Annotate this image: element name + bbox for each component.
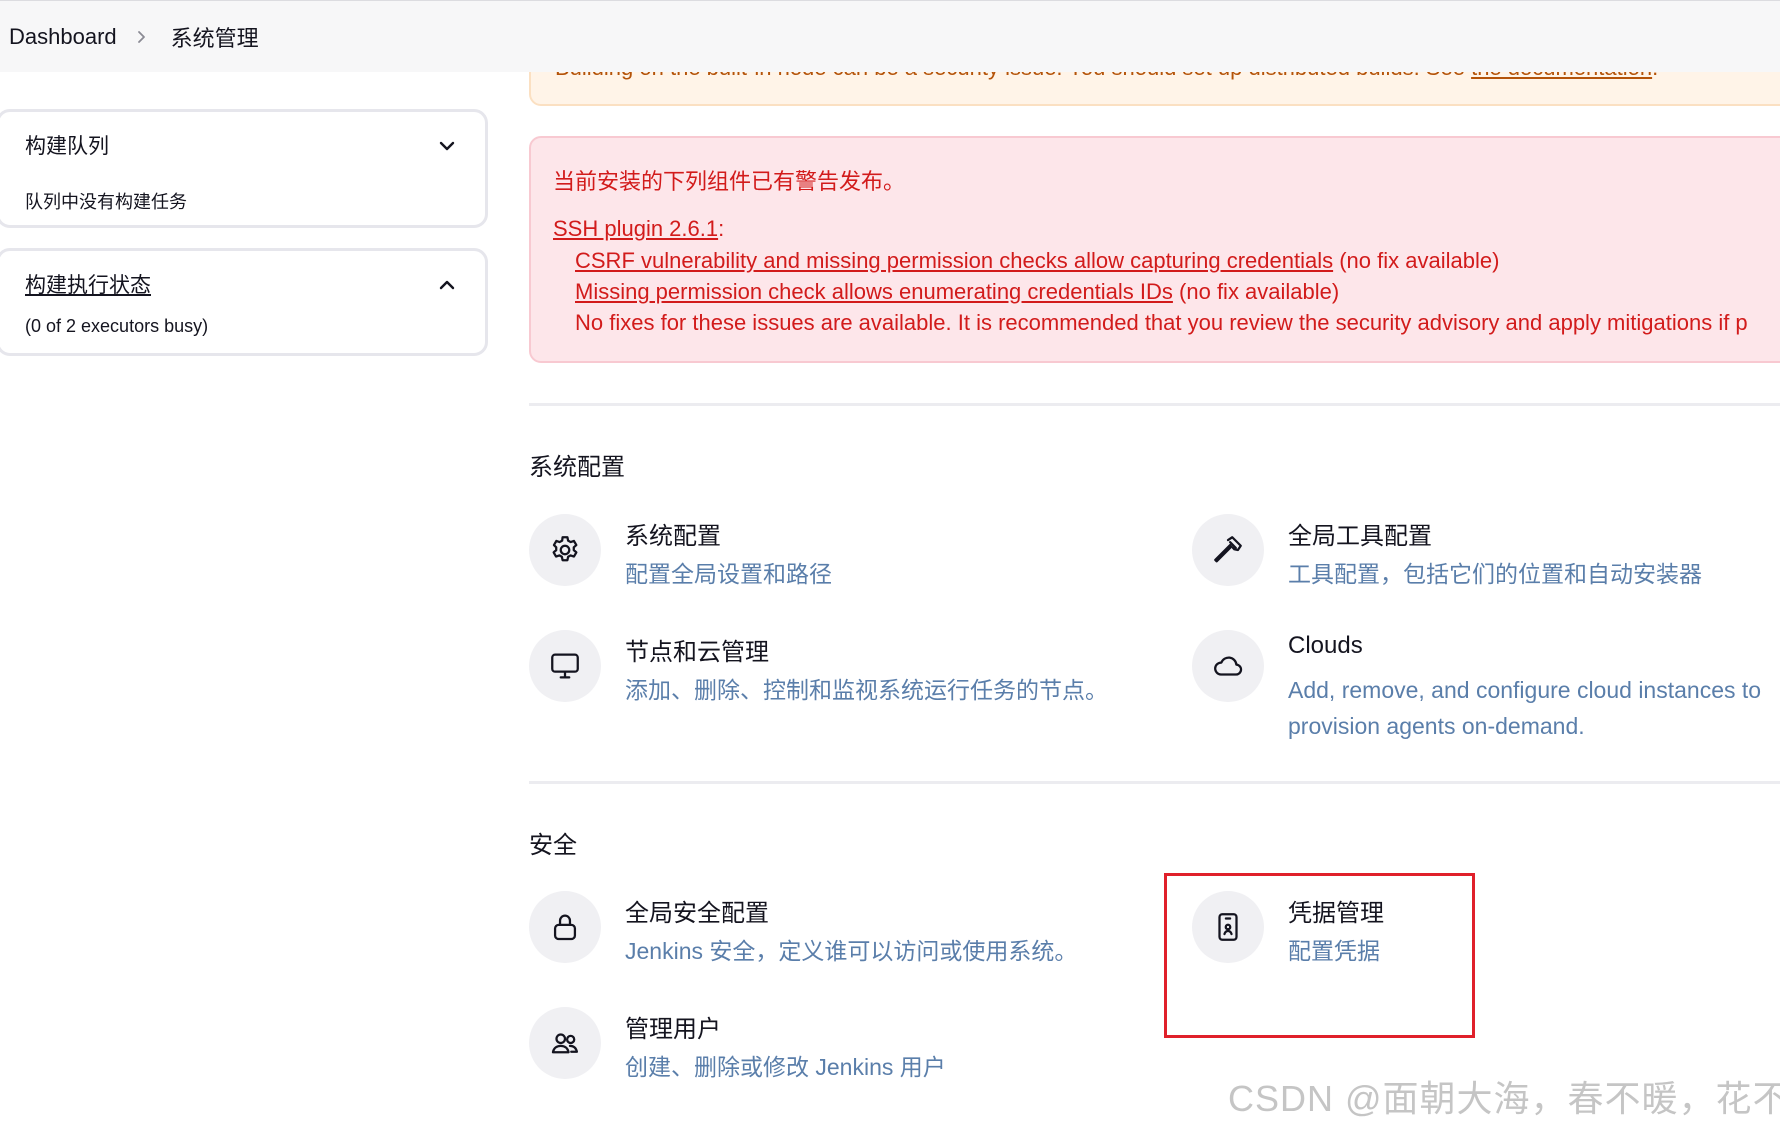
- nodes-clouds-item[interactable]: 节点和云管理 添加、删除、控制和监视系统运行任务的节点。: [529, 630, 1129, 710]
- breadcrumb-current[interactable]: 系统管理: [171, 21, 259, 53]
- executor-status-link[interactable]: 构建执行状态: [25, 269, 151, 299]
- global-tool-config-title: 全局工具配置: [1288, 523, 1432, 550]
- clouds-title: Clouds: [1288, 632, 1363, 659]
- executor-summary: (0 of 2 executors busy): [25, 316, 209, 336]
- clouds-desc-line-1: Add, remove, and configure cloud instanc…: [1288, 677, 1762, 703]
- global-security-desc: Jenkins 安全，定义谁可以访问或使用系统。: [625, 938, 1078, 964]
- lock-icon: [529, 891, 601, 963]
- build-queue-title: 构建队列: [25, 135, 109, 158]
- advisory-note: (no fix available): [1172, 279, 1340, 304]
- highlight-annotation-box: [1164, 873, 1475, 1038]
- section-title-system-config: 系统配置: [529, 454, 625, 481]
- hammer-icon: [1192, 514, 1264, 586]
- global-tool-config-item[interactable]: 全局工具配置 工具配置，包括它们的位置和自动安装器: [1192, 514, 1772, 594]
- breadcrumb-dashboard-link[interactable]: Dashboard: [9, 24, 117, 50]
- section-divider: [529, 403, 1780, 406]
- manage-users-desc: 创建、删除或修改 Jenkins 用户: [625, 1054, 946, 1080]
- security-warning-intro: 当前安装的下列组件已有警告发布。: [553, 169, 906, 194]
- build-queue-empty-text: 队列中没有构建任务: [25, 192, 187, 212]
- plugin-suffix: :: [718, 216, 725, 241]
- system-config-item[interactable]: 系统配置 配置全局设置和路径: [529, 514, 1129, 594]
- cloud-icon: [1192, 630, 1264, 702]
- chevron-up-icon[interactable]: [435, 273, 459, 297]
- credentials-id-advisory-link[interactable]: Missing permission check allows enumerat…: [575, 279, 1173, 304]
- section-divider: [529, 781, 1780, 784]
- chevron-down-icon[interactable]: [435, 134, 459, 158]
- chevron-right-icon: [133, 29, 149, 45]
- clouds-desc-line-2: provision agents on-demand.: [1288, 713, 1585, 739]
- clouds-desc: Add, remove, and configure cloud instanc…: [1288, 672, 1761, 744]
- users-icon: [529, 1007, 601, 1079]
- global-security-title: 全局安全配置: [625, 900, 769, 927]
- system-config-title: 系统配置: [625, 523, 721, 550]
- csrf-advisory-link[interactable]: CSRF vulnerability and missing permissio…: [575, 248, 1333, 273]
- ssh-plugin-link[interactable]: SSH plugin 2.6.1: [553, 216, 718, 241]
- monitor-icon: [529, 630, 601, 702]
- breadcrumb: Dashboard 系统管理: [0, 0, 1780, 72]
- executor-status-panel: 构建执行状态 (0 of 2 executors busy): [0, 248, 488, 356]
- manage-users-title: 管理用户: [625, 1016, 721, 1043]
- global-tool-config-desc: 工具配置，包括它们的位置和自动安装器: [1288, 561, 1702, 587]
- nodes-clouds-desc: 添加、删除、控制和监视系统运行任务的节点。: [625, 677, 1108, 703]
- advisory-note: (no fix available): [1333, 248, 1500, 273]
- section-title-security: 安全: [529, 832, 577, 859]
- build-queue-panel: 构建队列 队列中没有构建任务: [0, 109, 488, 228]
- global-security-item[interactable]: 全局安全配置 Jenkins 安全，定义谁可以访问或使用系统。: [529, 891, 1129, 971]
- clouds-item[interactable]: Clouds Add, remove, and configure cloud …: [1192, 630, 1780, 750]
- security-advice-text: No fixes for these issues are available.…: [575, 310, 1748, 335]
- nodes-clouds-title: 节点和云管理: [625, 639, 769, 666]
- security-warning-alert: 当前安装的下列组件已有警告发布。 SSH plugin 2.6.1: CSRF …: [529, 136, 1780, 363]
- csdn-watermark: CSDN @面朝大海，春不暖，花不开: [1228, 1078, 1780, 1119]
- system-config-desc: 配置全局设置和路径: [625, 561, 832, 587]
- gear-icon: [529, 514, 601, 586]
- manage-users-item[interactable]: 管理用户 创建、删除或修改 Jenkins 用户: [529, 1007, 1129, 1087]
